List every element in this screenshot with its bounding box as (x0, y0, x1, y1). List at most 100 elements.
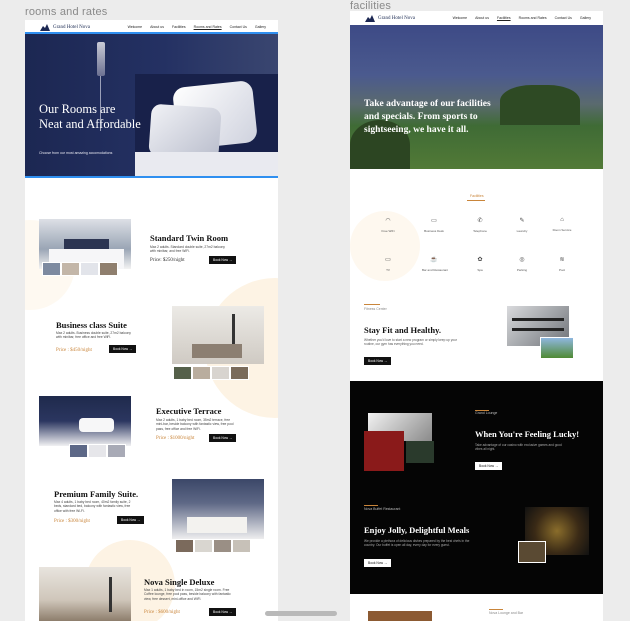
facilities-artboard[interactable]: Grand Hotel Nova Welcome About us Facili… (350, 11, 603, 621)
nav-contact[interactable]: Contact Us (555, 16, 572, 20)
fitness-label: Fitness Center (364, 307, 387, 311)
room-thumbnail[interactable] (88, 444, 107, 458)
room-thumbnail[interactable] (211, 366, 230, 380)
nav-gallery[interactable]: Gallery (255, 25, 266, 29)
casino-photo-small (406, 441, 434, 463)
food-photo-small (518, 541, 546, 563)
room-price: Price : $1000/night (156, 436, 195, 441)
room-thumbnail[interactable] (173, 366, 192, 380)
hero-subtitle: Choose from our most amazing accomodatio… (39, 151, 113, 155)
facility-bar: ☕ Bar and Restaurant (422, 257, 449, 272)
lounge-label: Nova Lounge and Bar (489, 611, 524, 615)
room-card-nova-single: Nova Single Deluxe Max 1 adults, 1 baby … (25, 563, 278, 621)
room-title: Nova Single Deluxe (144, 577, 215, 587)
hotel-logo[interactable]: Grand Hotel Nova (40, 23, 90, 31)
section-divider (467, 200, 485, 201)
book-now-button[interactable]: Book Now → (364, 559, 392, 567)
nav-welcome[interactable]: Welcome (128, 25, 143, 29)
nav-welcome[interactable]: Welcome (453, 16, 468, 20)
book-now-button[interactable]: Book Now → (209, 434, 237, 442)
nav-gallery[interactable]: Gallery (580, 16, 591, 20)
hero-title: Take advantage of our facilities and spe… (364, 99, 491, 135)
room-title: Executive Terrace (156, 406, 222, 416)
lamp-shade (97, 42, 105, 76)
laundry-icon: ✎ (519, 218, 525, 224)
facility-tv: ▭ TV (376, 256, 400, 272)
room-thumbnail[interactable] (213, 539, 232, 553)
room-card-premium-family: Premium Family Suite. Max 4 adults, 1 ba… (25, 475, 278, 560)
rooms-artboard[interactable]: Grand Hotel Nova Welcome About us Facili… (25, 20, 278, 621)
hero-title: Our Rooms are Neat and Affordable (39, 102, 141, 131)
section-label: Facilities (470, 194, 484, 198)
room-thumbnail[interactable] (175, 539, 194, 553)
facility-pool: ≋ Pool (550, 256, 574, 272)
room-price: Price : $600/night (144, 610, 180, 615)
wifi-icon: ◠ (385, 218, 391, 224)
room-photo (39, 396, 131, 446)
facility-parking: ◎ Parking (510, 256, 534, 272)
section-divider (364, 304, 380, 305)
nav-about[interactable]: About us (475, 16, 489, 20)
lounge-photo (368, 611, 432, 621)
tv-icon: ▭ (385, 257, 391, 263)
room-photo (172, 306, 264, 364)
room-price: Price : $450/night (56, 348, 92, 353)
book-now-button[interactable]: Book Now → (117, 516, 145, 524)
room-thumbnail[interactable] (192, 366, 211, 380)
room-photo (172, 479, 264, 539)
dining-label: Nova Buffet Restaurant (364, 507, 401, 511)
nav-facilities[interactable]: Facilities (172, 25, 186, 29)
desk-icon: ▭ (431, 218, 437, 224)
room-photo (39, 567, 131, 621)
book-now-button[interactable]: Book Now → (209, 256, 237, 264)
parking-icon: ◎ (519, 257, 525, 263)
nav-contact[interactable]: Contact Us (230, 25, 247, 29)
room-description: Max 4 adults, 1 baby bed room, 40m2 fami… (54, 500, 131, 513)
facility-spa: ✿ Spa (468, 256, 492, 272)
facility-room-service: ⌂ Room Service (550, 217, 574, 232)
room-thumbnail[interactable] (230, 366, 249, 380)
frame-label-rooms: rooms and rates (25, 6, 108, 18)
room-thumbnail[interactable] (69, 444, 88, 458)
spa-icon: ✿ (477, 257, 483, 263)
room-card-standard-twin: Standard Twin Room Max 2 adults. Standar… (25, 215, 278, 295)
room-thumbnail[interactable] (61, 262, 80, 276)
room-title: Premium Family Suite. (54, 489, 139, 499)
facility-free-wifi: ◠ Free WiFi (376, 217, 400, 233)
casino-label: Grand Lounge (475, 411, 498, 415)
nav-about[interactable]: About us (150, 25, 164, 29)
room-service-icon: ⌂ (560, 217, 564, 223)
top-nav: Grand Hotel Nova Welcome About us Facili… (25, 20, 278, 34)
treeline (500, 85, 580, 125)
room-thumbnail[interactable] (99, 262, 118, 276)
rooms-hero[interactable]: Our Rooms are Neat and Affordable Choose… (25, 32, 278, 178)
room-thumbnail[interactable] (232, 539, 251, 553)
brand-name: Grand Hotel Nova (378, 15, 415, 21)
logo-icon (40, 23, 50, 31)
phone-icon: ✆ (477, 218, 483, 224)
room-card-business-suite: Business class Suite Max 2 adults. Busin… (25, 302, 278, 382)
book-now-button[interactable]: Book Now → (364, 357, 392, 365)
room-thumbnail[interactable] (80, 262, 99, 276)
book-now-button[interactable]: Book Now → (209, 608, 237, 616)
horizontal-scrollbar[interactable] (265, 611, 337, 616)
room-description: Max 2 adults, 1 baby bed room, 35m2 terr… (156, 418, 234, 431)
dining-body: We provide a plethora of delicious dishe… (364, 539, 470, 548)
brand-name: Grand Hotel Nova (53, 24, 90, 30)
room-description: Max 2 adults. Business double suite, 27m… (56, 331, 131, 340)
nav-rooms-and-rates[interactable]: Rooms and Rates (519, 16, 547, 20)
book-now-button[interactable]: Book Now → (475, 462, 503, 470)
room-thumbnail[interactable] (107, 444, 126, 458)
hotel-logo[interactable]: Grand Hotel Nova (365, 14, 415, 22)
nav-facilities[interactable]: Facilities (497, 16, 511, 20)
casino-body: Take advantage of our casino with exclus… (475, 443, 562, 452)
room-thumbnail[interactable] (194, 539, 213, 553)
facilities-hero[interactable]: Take advantage of our facilities and spe… (350, 25, 603, 169)
book-now-button[interactable]: Book Now → (109, 345, 137, 353)
room-card-executive-terrace: Executive Terrace Max 2 adults, 1 baby b… (25, 392, 278, 472)
nav-rooms-and-rates[interactable]: Rooms and Rates (194, 25, 222, 29)
casino-title: When You're Feeling Lucky! (475, 429, 580, 439)
facility-business-desk: ▭ Business Desk (422, 217, 446, 233)
room-thumbnail[interactable] (42, 262, 61, 276)
fitness-body: Whether you'd love to start a new progra… (364, 338, 457, 347)
